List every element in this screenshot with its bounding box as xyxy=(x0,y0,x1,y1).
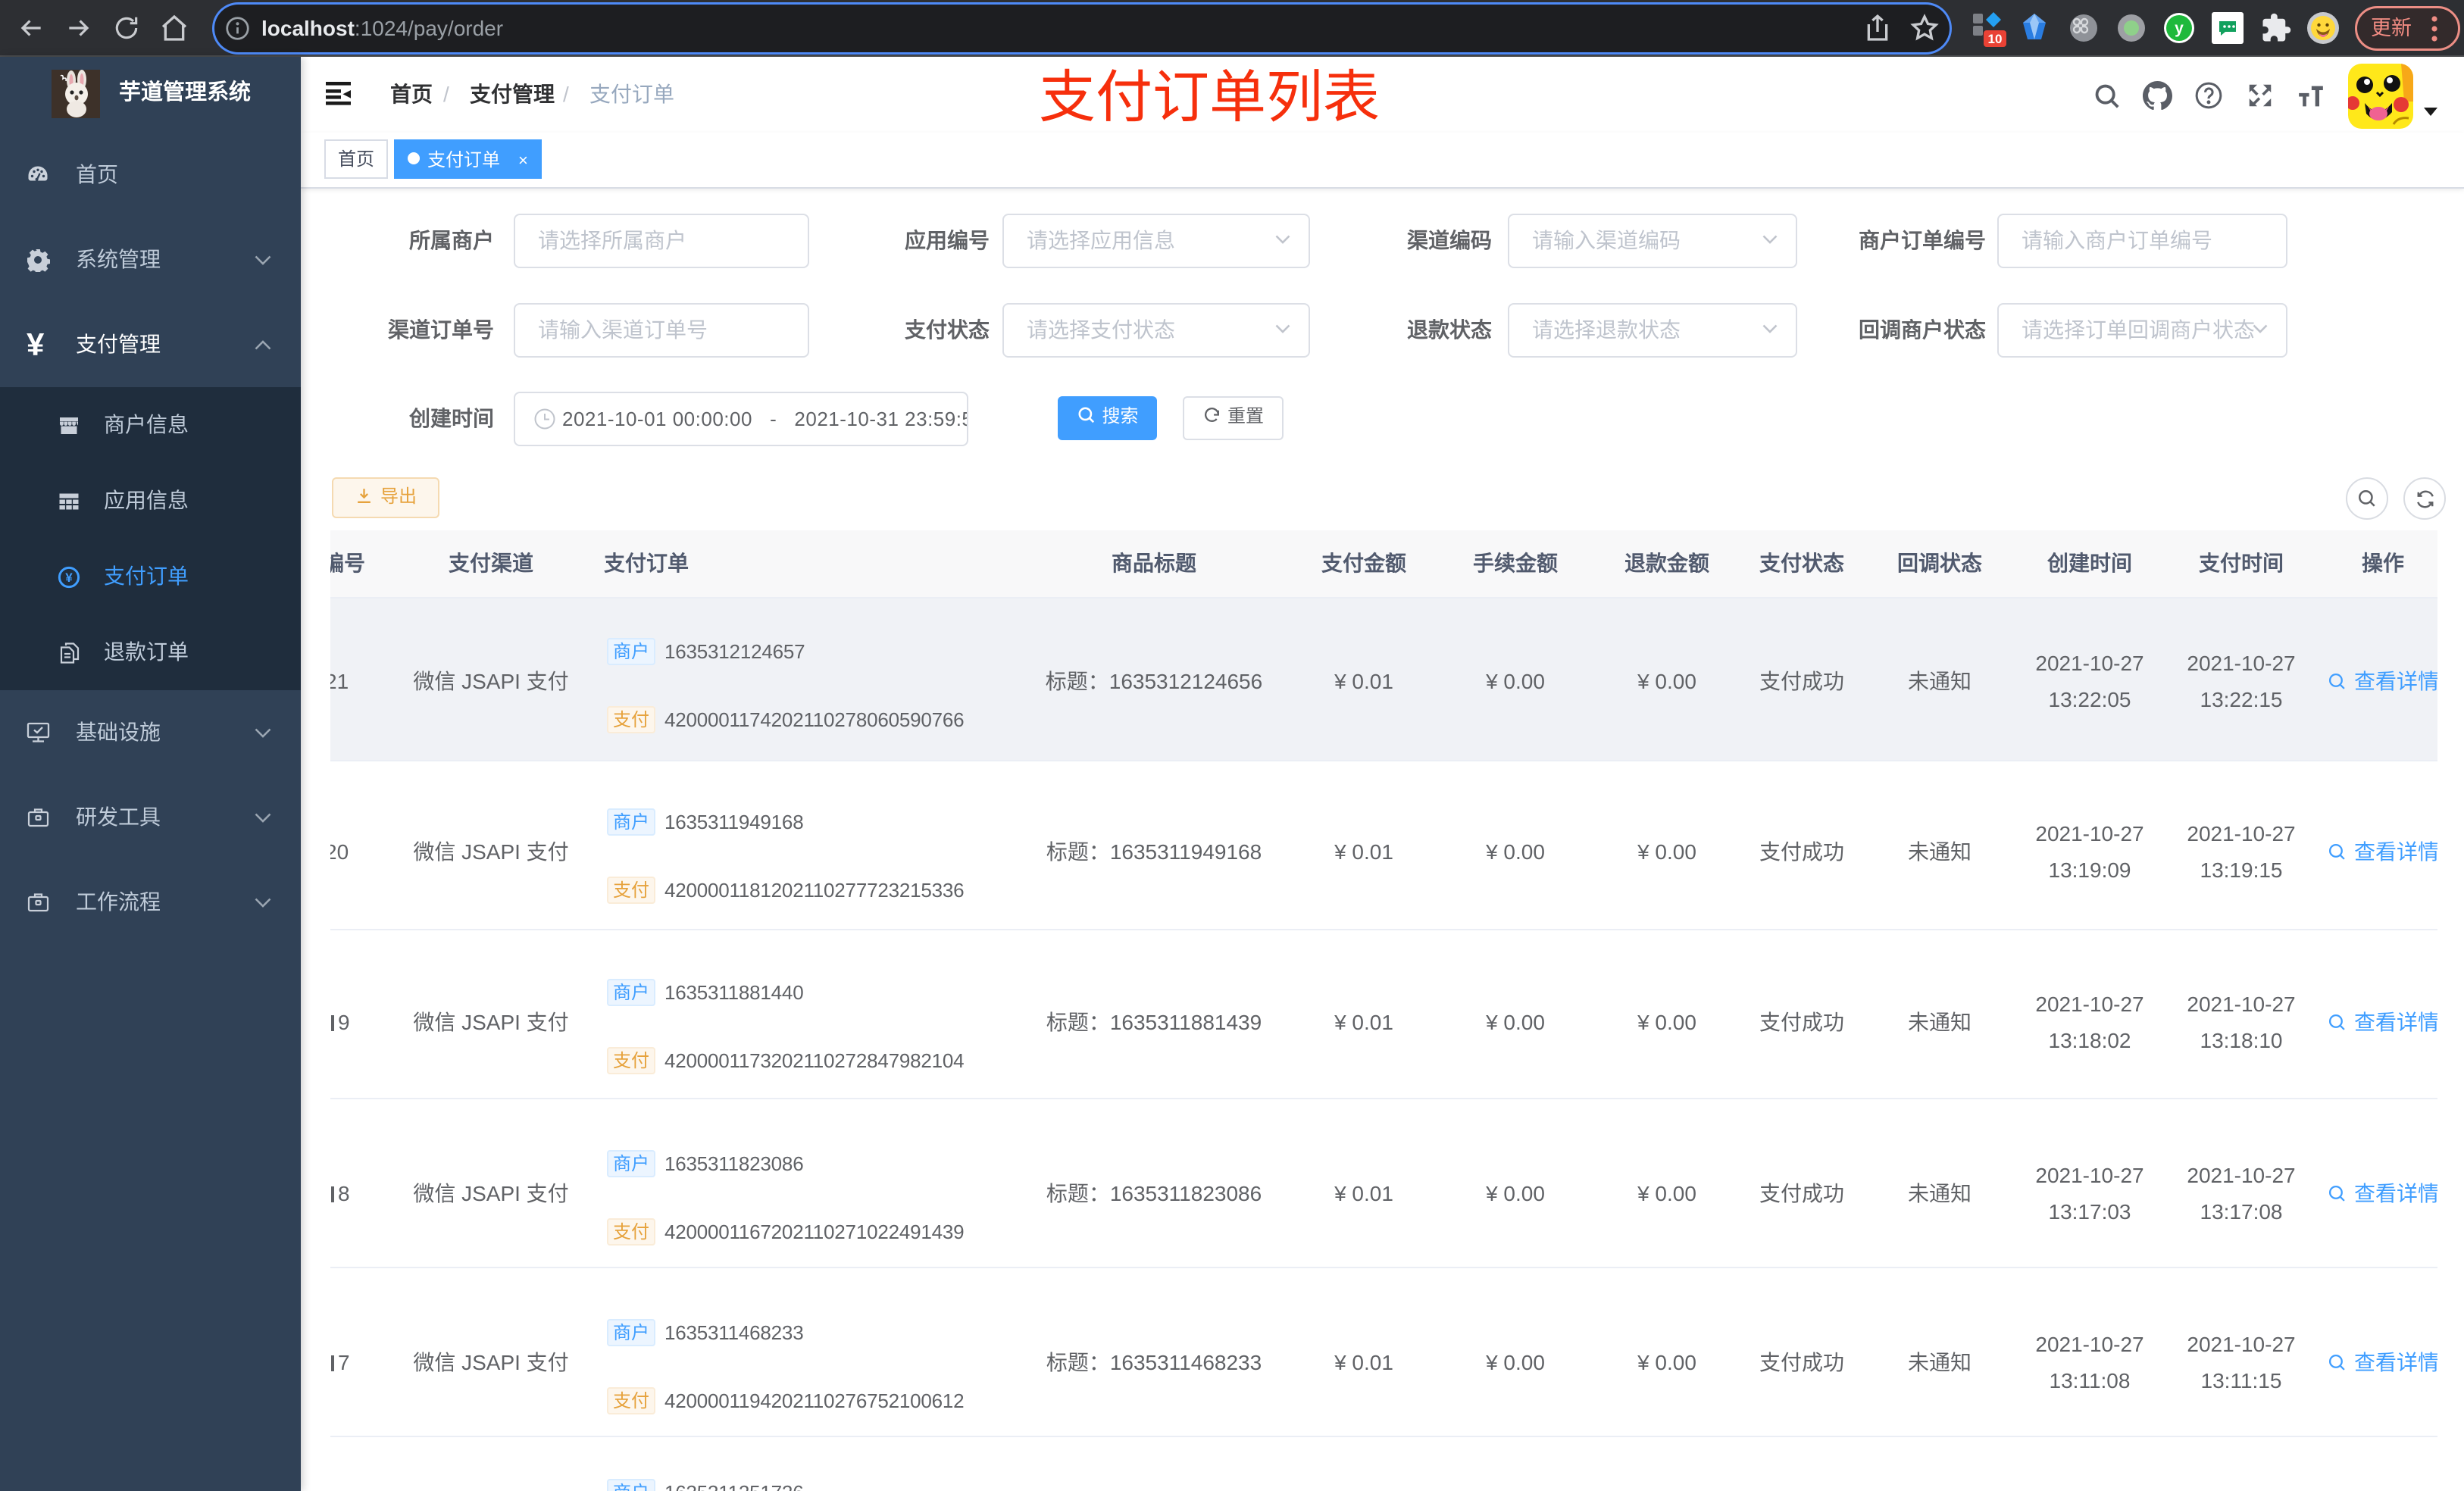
svg-text:¥: ¥ xyxy=(65,570,73,585)
svg-text:10: 10 xyxy=(1988,32,2003,46)
svg-text:y: y xyxy=(2175,20,2184,37)
